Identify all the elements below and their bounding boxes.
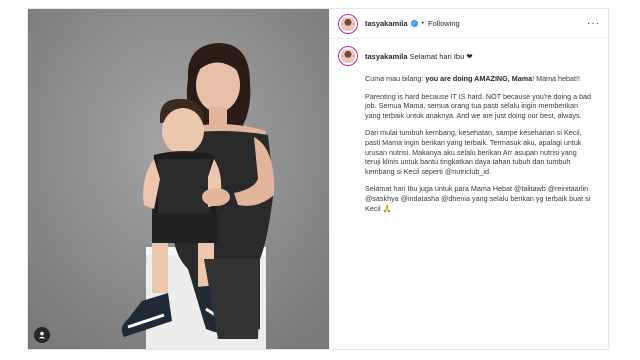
post-header: tasyakamila ✓ • Following ··· <box>330 9 608 39</box>
post-sidebar: tasyakamila ✓ • Following ··· tasyakamil… <box>329 9 608 349</box>
mother-and-child-photo <box>28 9 329 349</box>
tag-icon[interactable] <box>34 327 50 343</box>
caption-title: tasyakamila Selamat hari Ibu ❤ <box>365 52 473 61</box>
caption-body: Cuma mau bilang: you are doing AMAZING, … <box>338 74 600 213</box>
caption-paragraph-4: Selamat hari Ibu juga untuk para Mama He… <box>365 184 591 213</box>
caption-paragraph-3: Dari mulai tumbuh kembang, kesehatan, sa… <box>365 128 582 176</box>
instagram-post: tasyakamila ✓ • Following ··· tasyakamil… <box>27 8 609 350</box>
p1-post: ! Mama hebat!! <box>532 74 581 83</box>
caption-headline: Selamat hari Ibu ❤ <box>409 51 473 61</box>
p1-bold: you are doing AMAZING, Mama <box>425 74 533 83</box>
caption: tasyakamila Selamat hari Ibu ❤ Cuma mau … <box>330 39 608 213</box>
more-icon[interactable]: ··· <box>587 18 600 29</box>
verified-icon: ✓ <box>410 20 418 27</box>
post-photo[interactable] <box>28 9 329 349</box>
caption-paragraph-1: Cuma mau bilang: you are doing AMAZING, … <box>365 74 594 84</box>
username-link[interactable]: tasyakamila <box>365 19 408 28</box>
following-button[interactable]: Following <box>428 19 460 28</box>
caption-username[interactable]: tasyakamila <box>365 52 408 61</box>
separator-dot: • <box>421 20 424 27</box>
caption-avatar[interactable] <box>338 46 358 66</box>
caption-header: tasyakamila Selamat hari Ibu ❤ <box>338 46 600 66</box>
caption-paragraph-2: Parenting is hard because IT IS hard. NO… <box>365 91 592 120</box>
p1-pre: Cuma mau bilang: <box>365 74 426 83</box>
avatar[interactable] <box>338 13 358 34</box>
